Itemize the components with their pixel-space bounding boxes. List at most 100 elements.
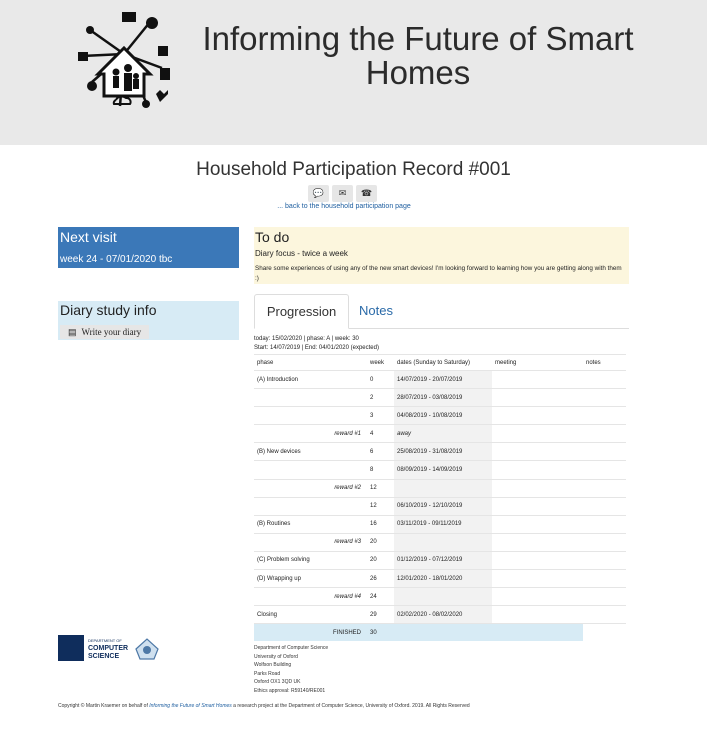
write-diary-button[interactable]: ▤ Write your diary [60, 325, 149, 339]
back-link[interactable]: ... back to the household participation … [0, 203, 688, 210]
notes-cell [583, 442, 626, 461]
meeting-cell [492, 388, 583, 407]
site-title: Informing the Future of Smart Homes [202, 20, 634, 91]
project-link[interactable]: Informing the Future of Smart Homes [149, 703, 232, 709]
dates-cell: away [394, 424, 492, 443]
todo-heading: To do [255, 229, 290, 245]
meeting-cell [492, 369, 583, 389]
table-row: Closing 29 02/02/2020 - 08/02/2020 [254, 605, 626, 624]
col-phase: phase [254, 354, 367, 371]
dates-cell: 25/08/2019 - 31/08/2019 [394, 442, 492, 461]
meeting-cell [492, 460, 583, 480]
cs-logo-small: DEPARTMENT OF [88, 638, 122, 643]
dates-cell: 04/08/2019 - 10/08/2019 [394, 406, 492, 425]
notes-cell [583, 514, 626, 534]
phase-cell [254, 388, 367, 407]
progression-summary: today: 15/02/2020 | phase: A | week: 30 … [254, 335, 379, 352]
phase-cell: reward #4 [254, 587, 367, 606]
week-cell: 0 [367, 369, 394, 389]
table-row: (D) Wrapping up 26 12/01/2020 - 18/01/2020 [254, 569, 626, 588]
next-visit-heading: Next visit [60, 229, 117, 245]
week-cell: 16 [367, 514, 394, 534]
email-icon: ✉ [338, 188, 347, 198]
week-cell: 24 [367, 587, 394, 606]
notes-cell [583, 388, 626, 407]
oxford-crest-logo [58, 635, 84, 661]
meeting-cell [492, 514, 583, 534]
chat-button[interactable]: 💬 [308, 185, 329, 202]
week-cell: 26 [367, 569, 394, 588]
phase-cell: (A) Introduction [254, 369, 367, 389]
address-block: Department of Computer Science University… [254, 644, 328, 696]
phone-button[interactable]: ☎ [356, 185, 377, 202]
table-row: (B) Routines 16 03/11/2019 - 09/11/2019 [254, 514, 626, 534]
table-row: (C) Problem solving 20 01/12/2019 - 07/12/… [254, 550, 626, 570]
phase-cell: Closing [254, 605, 367, 624]
week-cell: 4 [367, 424, 394, 443]
week-cell: 20 [367, 532, 394, 552]
notes-cell [583, 460, 626, 480]
next-visit-panel: Next visit week 24 - 07/01/2020 tbc [58, 227, 239, 268]
phase-cell [254, 496, 367, 516]
book-icon: ▤ [68, 326, 77, 337]
meeting-cell [492, 587, 583, 606]
todo-text: Share some experiences of using any of t… [255, 265, 622, 282]
page-title: Household Participation Record #001 [196, 159, 511, 180]
phone-icon: ☎ [360, 188, 373, 198]
dates-cell [394, 478, 492, 498]
dates-cell: 12/01/2020 - 18/01/2020 [394, 569, 492, 588]
phase-cell: reward #3 [254, 532, 367, 552]
meeting-cell [492, 605, 583, 624]
notes-cell [583, 605, 626, 624]
table-row: 12 06/10/2019 - 12/10/2019 [254, 496, 626, 516]
week-cell: 8 [367, 460, 394, 480]
meeting-cell [492, 550, 583, 570]
table-row: reward #2 12 [254, 478, 626, 498]
tab-progression[interactable]: Progression [254, 294, 349, 329]
phase-cell [254, 406, 367, 425]
meeting-cell [492, 442, 583, 461]
phase-cell: (D) Wrapping up [254, 569, 367, 588]
address-line: University of Oxford [254, 653, 298, 660]
meeting-cell [492, 532, 583, 552]
notes-cell [583, 496, 626, 516]
copyright: Copyright © Martin Kraemer on behalf of … [58, 703, 470, 709]
table-row: (B) New devices 6 25/08/2019 - 31/08/2019 [254, 442, 626, 461]
cs-logo: DEPARTMENT OF COMPUTER SCIENCE [88, 637, 132, 661]
notes-cell [583, 623, 626, 642]
phase-cell: reward #1 [254, 424, 367, 443]
phase-cell: (C) Problem solving [254, 550, 367, 570]
notes-cell [583, 424, 626, 443]
col-meeting: meeting [492, 354, 583, 371]
notes-cell [583, 478, 626, 498]
dates-cell: 08/09/2019 - 14/09/2019 [394, 460, 492, 480]
email-button[interactable]: ✉ [332, 185, 353, 202]
diary-heading: Diary study info [60, 302, 157, 318]
week-cell: 6 [367, 442, 394, 461]
table-header: phase week dates (Sunday to Saturday) me… [254, 354, 626, 371]
dates-cell: 06/10/2019 - 12/10/2019 [394, 496, 492, 516]
table-row: reward #3 20 [254, 532, 626, 552]
meeting-cell [492, 569, 583, 588]
dates-cell [394, 587, 492, 606]
week-cell: 30 [367, 623, 394, 642]
meeting-cell [492, 424, 583, 443]
chat-icon: 💬 [312, 188, 325, 198]
progression-table: phase week dates (Sunday to Saturday) me… [254, 354, 626, 642]
copyright-post: a research project at the Department of … [231, 703, 470, 709]
dates-cell: 03/11/2019 - 09/11/2019 [394, 514, 492, 534]
notes-cell [583, 569, 626, 588]
write-diary-label: Write your diary [81, 327, 142, 337]
dates-cell: 02/02/2020 - 08/02/2020 [394, 605, 492, 624]
table-row: (A) Introduction 0 14/07/2019 - 20/07/2019 [254, 369, 626, 389]
meeting-cell [492, 623, 583, 642]
week-cell: 20 [367, 550, 394, 570]
tab-notes[interactable]: Notes [359, 294, 393, 327]
phase-cell: (B) Routines [254, 514, 367, 534]
todo-focus: Diary focus - twice a week [255, 249, 348, 258]
col-notes: notes [583, 354, 626, 371]
table-row: FINISHED 30 [254, 623, 626, 642]
table-row: 2 28/07/2019 - 03/08/2019 [254, 388, 626, 407]
notes-cell [583, 369, 626, 389]
start-line: Start: 14/07/2019 | End: 04/01/2020 (exp… [254, 344, 379, 351]
